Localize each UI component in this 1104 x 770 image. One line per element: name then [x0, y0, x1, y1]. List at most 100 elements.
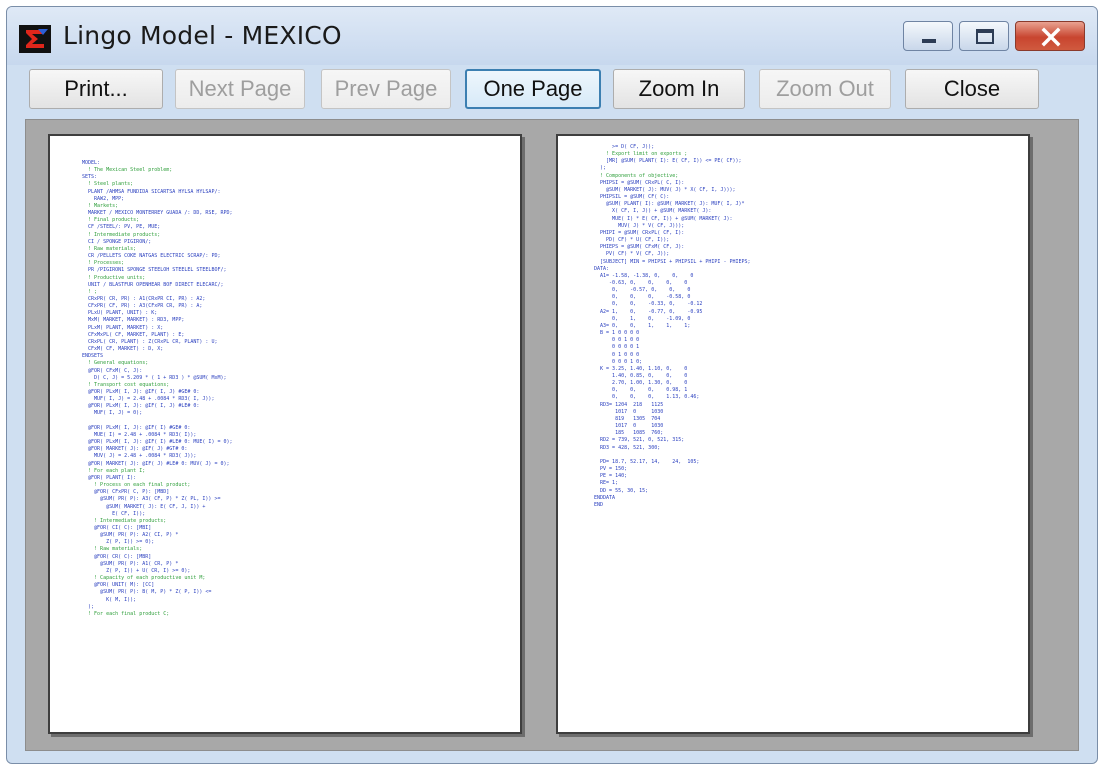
- maximize-button[interactable]: [959, 21, 1009, 51]
- code-line: PR /PIGIRON1 SPONGE STEELOH STEELEL STEE…: [82, 267, 227, 274]
- code-line: @SUM( PR( P): A3( CF, P) * Z( PL, I)) >=: [82, 496, 221, 503]
- code-line: );: [82, 603, 95, 610]
- code-line: PHIPI = @SUM( CRxPL( CF, I):: [594, 229, 685, 236]
- code-line: @FOR( CFxPR( C, P): [MBD]: [82, 489, 170, 496]
- code-line: K = 3.25, 1.40, 1.10, 0, 0: [594, 365, 688, 372]
- print-preview-window: Lingo Model - MEXICO Print... Next Page …: [6, 6, 1098, 764]
- page-left-text: MODEL: ! The Mexican Steel problem; SETS:…: [82, 160, 233, 618]
- code-line: END: [594, 501, 604, 508]
- code-line: >= D( CF, J));: [594, 144, 655, 150]
- print-button[interactable]: Print...: [29, 69, 163, 109]
- code-line: SETS:: [82, 174, 98, 181]
- code-line: MUV( J) = 2.48 + .0084 * RD3( J));: [82, 453, 197, 460]
- close-button[interactable]: Close: [905, 69, 1039, 109]
- code-line: CFxMxPL( CF, MARKET, PLANT) : E;: [82, 331, 185, 338]
- prev-page-button[interactable]: Prev Page: [321, 69, 451, 109]
- code-line: 0, 0, 0, 0.98, 1: [594, 387, 688, 394]
- code-line: @SUM( PR( P): B( M, P) * Z( P, I)) <=: [82, 589, 212, 596]
- zoom-out-button[interactable]: Zoom Out: [759, 69, 891, 109]
- code-line: @FOR( MARKET( J): @IF( J) #LE# 0: MUV( J…: [82, 460, 230, 467]
- code-line: ! Components of objective;: [594, 172, 679, 179]
- code-line: MUE( I) * E( CF, I)) + @SUM( MARKET( J):: [594, 215, 733, 222]
- code-line: @FOR( PLxM( I, J): @IF( I, J) #LE# 0:: [82, 403, 200, 410]
- code-line: Z( P, I)) + U( CR, I) >= 0);: [82, 567, 191, 574]
- code-line: @FOR( PLxM( I, J): @IF( I) #GE# 0:: [82, 424, 191, 431]
- code-line: 0 0 1 0 0: [594, 337, 640, 344]
- code-line: 0, 0, -0.33, 0, -0.12: [594, 301, 703, 308]
- code-line: MUE( I) = 2.48 + .0084 * RD3( I));: [82, 431, 197, 438]
- code-line: A1= -1.58, -1.38, 0, 0, 0: [594, 272, 694, 279]
- code-line: PHIPSI = @SUM( CRxPL( C, I):: [594, 179, 685, 186]
- code-line: ! Steel plants;: [82, 181, 134, 188]
- code-line: DD = 55, 30, 15;: [594, 487, 649, 494]
- code-line: PHIEPS = @SUM( CFxM( CF, J):: [594, 244, 685, 251]
- code-line: 0, 0, 0, 1.13, 0.46;: [594, 394, 700, 401]
- code-line: 1017 0 1030: [594, 408, 664, 415]
- one-page-button[interactable]: One Page: [465, 69, 601, 109]
- code-line: ! Export limit on exports ;: [594, 151, 688, 158]
- code-line: ! Transport cost equations;: [82, 381, 170, 388]
- code-line: [SUBJECT] MIN = PHIPSI + PHIPSIL + PHIPI…: [594, 258, 751, 265]
- code-line: ENDSETS: [82, 353, 104, 360]
- minimize-icon: [922, 39, 936, 43]
- zoom-in-button[interactable]: Zoom In: [613, 69, 745, 109]
- code-line: @SUM( MARKET( J): E( CF, J, I)) +: [82, 503, 206, 510]
- code-line: 0 0 0 0 1: [594, 344, 640, 351]
- code-line: @SUM( PR( P): A1( CR, P) *: [82, 560, 179, 567]
- code-line: ! Markets;: [82, 202, 119, 209]
- code-line: 0, 0, 0, -0.58, 0: [594, 294, 691, 301]
- code-line: RAW2, MPP;: [82, 195, 125, 202]
- code-line: MODEL:: [82, 160, 101, 166]
- page-right-text: >= D( CF, J)); ! Export limit on exports…: [594, 144, 751, 509]
- code-line: @FOR( UNIT( M): [CC]: [82, 582, 155, 589]
- code-line: @FOR( CR( C): [MBR]: [82, 553, 152, 560]
- code-line: MUV( J) * V( CF, J)));: [594, 222, 685, 229]
- code-line: RD3= 1204 218 1125: [594, 401, 664, 408]
- preview-toolbar: Print... Next Page Prev Page One Page Zo…: [25, 69, 1079, 115]
- code-line: 0 1 0 0 0: [594, 351, 640, 358]
- title-bar[interactable]: Lingo Model - MEXICO: [7, 7, 1097, 65]
- code-line: PLANT /AHMSA FUNDIDA SICARTSA HYLSA HYLS…: [82, 188, 221, 195]
- code-line: @FOR( CFxM( C, J):: [82, 367, 143, 374]
- code-line: PLxM( PLANT, MARKET) : X;: [82, 324, 164, 331]
- code-line: CFxM( CF, MARKET) : D, X;: [82, 346, 164, 353]
- code-line: B = 1 0 0 0 0: [594, 330, 640, 337]
- code-line: MUF( I, J) = 2.48 + .0084 * RD3( I, J));: [82, 396, 215, 403]
- code-line: CI / SPONGE PIGIRON/;: [82, 238, 152, 245]
- code-line: [MR] @SUM( PLANT( I): E( CF, I)) <= PE( …: [594, 158, 742, 165]
- code-line: @FOR( PLANT( I):: [82, 474, 137, 481]
- code-line: RD3 = 428, 521, 300;: [594, 444, 661, 451]
- lingo-app-icon: [19, 25, 51, 53]
- code-line: ! Process on each final product;: [82, 482, 191, 489]
- preview-area[interactable]: MODEL: ! The Mexican Steel problem; SETS:…: [25, 119, 1079, 751]
- code-line: ! For each plant I;: [82, 467, 146, 474]
- code-line: ! Processes;: [82, 260, 125, 267]
- next-page-button[interactable]: Next Page: [175, 69, 305, 109]
- code-line: A2= 1, 0, -0.77, 0, -0.95: [594, 308, 703, 315]
- code-line: PD( CF) * U( CF, I));: [594, 237, 670, 244]
- code-line: 1.40, 0.85, 0, 0, 0: [594, 373, 688, 379]
- code-line: A3= 0, 0, 1, 1, 1;: [594, 322, 691, 329]
- close-window-button[interactable]: [1015, 21, 1085, 51]
- code-line: 0, -0.57, 0, 0, 0: [594, 287, 691, 294]
- code-line: @SUM( MARKET( J): MUV( J) * X( CF, I, J)…: [594, 186, 736, 193]
- code-line: ! The Mexican Steel problem;: [82, 167, 173, 174]
- code-line: PLxU( PLANT, UNIT) : K;: [82, 310, 158, 317]
- close-icon: [1041, 27, 1061, 47]
- minimize-button[interactable]: [903, 21, 953, 51]
- code-line: PV = 150;: [594, 466, 628, 473]
- code-line: ! Raw materials;: [82, 245, 137, 252]
- code-line: @FOR( PLxM( I, J): @IF( I) #LE# 0: MUE( …: [82, 439, 233, 446]
- code-line: @FOR( MARKET( J): @IF( J) #GT# 0:: [82, 446, 188, 453]
- code-line: PE = 140;: [594, 473, 628, 480]
- code-line: MARKET / MEXICO MONTERREY GUADA /: DD, R…: [82, 210, 233, 217]
- code-line: 0, 1, 0, -1.09, 0: [594, 315, 691, 322]
- code-line: 2.70, 1.00, 1.30, 0, 0: [594, 380, 688, 387]
- code-line: K( M, I));: [82, 596, 137, 603]
- code-line: @SUM( PLANT( I): @SUM( MARKET( J): MUF( …: [594, 201, 745, 208]
- code-line: ! General equations;: [82, 360, 149, 367]
- code-line: 819 1305 704: [594, 415, 661, 422]
- code-line: 1017 0 1030: [594, 423, 664, 430]
- code-line: UNIT / BLASTFUR OPENHEAR BOF DIRECT ELEC…: [82, 281, 224, 288]
